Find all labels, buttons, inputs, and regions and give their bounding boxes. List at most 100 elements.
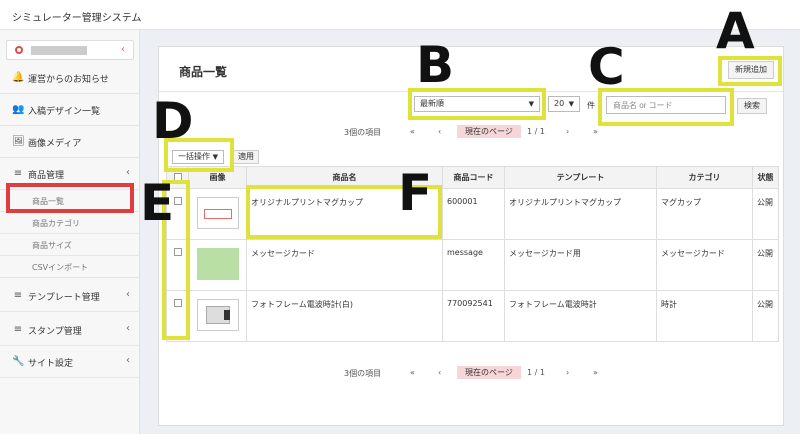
product-table: 画像 商品名 商品コード テンプレート カテゴリ 状態 オリジナルプリントマグカ… — [166, 166, 779, 342]
row-checkbox[interactable] — [173, 299, 182, 307]
annotation-label-d: D — [152, 92, 194, 150]
new-product-button[interactable]: 新規追加 — [728, 61, 774, 79]
product-name-link[interactable]: フォトフレーム電波時計(白) — [246, 290, 443, 342]
sidebar-subitem-product-category[interactable]: 商品カテゴリ — [0, 212, 140, 234]
chevron-left-icon: ‹ — [121, 44, 125, 55]
sidebar-item-label: サイト設定 — [28, 359, 74, 369]
last-page-link[interactable]: » — [593, 368, 598, 377]
product-code: message — [442, 239, 505, 291]
page-indicator: 1 / 1 — [527, 127, 545, 136]
prev-page-link[interactable]: ‹ — [438, 368, 441, 377]
sidebar-item-stamps[interactable]: ≡ スタンプ管理 ‹ — [0, 314, 140, 346]
active-item-highlight — [6, 183, 134, 213]
chevron-left-icon: ‹ — [126, 355, 130, 366]
sort-select[interactable]: 最新順 ▼ — [414, 96, 540, 112]
sidebar-subitem-product-size[interactable]: 商品サイズ — [0, 234, 140, 256]
bulk-action-value: 一括操作 — [178, 152, 210, 161]
sidebar-item-label: 運営からのお知らせ — [28, 75, 109, 85]
page-indicator: 1 / 1 — [527, 368, 545, 377]
product-thumbnail — [196, 299, 239, 331]
table-row: フォトフレーム電波時計(白) 770092541 フォトフレーム電波時計 時計 … — [166, 290, 779, 342]
product-name-link[interactable]: メッセージカード — [246, 239, 443, 291]
database-icon: ≡ — [13, 168, 23, 179]
sidebar: ‹ 🔔 運営からのお知らせ 👥 入稿デザイン一覧 🖼 画像メディア ≡ 商品管理… — [0, 30, 140, 434]
per-page-value: 20 — [554, 99, 565, 108]
sidebar-item-templates[interactable]: ≡ テンプレート管理 ‹ — [0, 280, 140, 312]
sidebar-item-notices[interactable]: 🔔 運営からのお知らせ — [0, 62, 140, 94]
chevron-left-icon: ‹ — [126, 167, 130, 178]
product-category: 時計 — [656, 290, 753, 342]
select-all-checkbox[interactable] — [173, 172, 182, 181]
item-count: 3個の項目 — [344, 369, 382, 378]
annotation-label-e: E — [140, 174, 175, 232]
sidebar-item-label: スタンプ管理 — [28, 327, 82, 337]
users-icon: 👥 — [12, 104, 25, 115]
thumbnail-cell — [188, 239, 247, 291]
user-menu[interactable]: ‹ — [6, 40, 134, 60]
sidebar-subitem-label: CSVインポート — [32, 263, 89, 272]
search-button[interactable]: 検索 — [737, 98, 767, 114]
sidebar-subitem-label: 商品カテゴリ — [32, 219, 80, 228]
sidebar-item-label: テンプレート管理 — [28, 293, 100, 303]
chevron-left-icon: ‹ — [126, 323, 130, 334]
caret-down-icon: ▼ — [528, 100, 534, 108]
top-bar: シミュレーター管理システム — [0, 0, 800, 30]
divider — [159, 91, 783, 92]
status-badge: 公開 — [752, 188, 779, 240]
row-checkbox[interactable] — [173, 197, 182, 205]
product-thumbnail — [196, 248, 239, 280]
chevron-left-icon: ‹ — [126, 289, 130, 300]
search-input[interactable] — [606, 96, 726, 114]
per-page-unit: 件 — [587, 101, 595, 110]
image-icon: 🖼 — [12, 136, 25, 147]
next-page-link[interactable]: › — [566, 127, 569, 136]
last-page-link[interactable]: » — [593, 127, 598, 136]
sort-select-value: 最新順 — [420, 99, 444, 108]
prev-page-link[interactable]: ‹ — [438, 127, 441, 136]
bulk-action-select[interactable]: 一括操作 ▼ — [172, 150, 224, 164]
column-header: カテゴリ — [656, 166, 753, 189]
thumbnail-cell — [188, 188, 247, 240]
database-icon: ≡ — [13, 324, 23, 335]
column-header: 商品コード — [442, 166, 505, 189]
database-icon: ≡ — [13, 290, 23, 301]
status-badge: 公開 — [752, 290, 779, 342]
app-title: シミュレーター管理システム — [12, 13, 142, 24]
sidebar-subitem-label: 商品サイズ — [32, 241, 72, 250]
apply-button[interactable]: 適用 — [233, 150, 259, 164]
next-page-link[interactable]: › — [566, 368, 569, 377]
row-checkbox-cell — [166, 290, 189, 342]
sidebar-item-label: 画像メディア — [28, 139, 82, 149]
user-icon — [15, 46, 23, 54]
sidebar-item-site-settings[interactable]: 🔧 サイト設定 ‹ — [0, 346, 140, 378]
wrench-icon: 🔧 — [12, 356, 25, 367]
current-page-label: 現在のページ — [457, 366, 521, 379]
annotation-label-c: C — [588, 38, 625, 96]
table-row: メッセージカード message メッセージカード用 メッセージカード 公開 — [166, 239, 779, 291]
caret-down-icon: ▼ — [212, 153, 218, 161]
user-name-redacted — [31, 46, 87, 55]
product-template: オリジナルプリントマグカップ — [504, 188, 657, 240]
product-category: マグカップ — [656, 188, 753, 240]
product-template: メッセージカード用 — [504, 239, 657, 291]
product-template: フォトフレーム電波時計 — [504, 290, 657, 342]
page-title: 商品一覧 — [179, 65, 228, 79]
annotation-label-b: B — [416, 36, 455, 94]
sidebar-subitem-csv-import[interactable]: CSVインポート — [0, 256, 140, 278]
table-header-row: 画像 商品名 商品コード テンプレート カテゴリ 状態 — [166, 166, 779, 189]
row-checkbox-cell — [166, 239, 189, 291]
column-header: 状態 — [752, 166, 779, 189]
first-page-link[interactable]: « — [410, 127, 415, 136]
sidebar-item-label: 入稿デザイン一覧 — [28, 107, 101, 117]
thumbnail-cell — [188, 290, 247, 342]
first-page-link[interactable]: « — [410, 368, 415, 377]
product-code: 770092541 — [442, 290, 505, 342]
annotation-label-f: F — [398, 164, 433, 222]
status-badge: 公開 — [752, 239, 779, 291]
sidebar-item-designs[interactable]: 👥 入稿デザイン一覧 — [0, 94, 140, 126]
per-page-select[interactable]: 20 ▼ — [548, 96, 580, 112]
row-checkbox[interactable] — [173, 248, 182, 256]
product-code: 600001 — [442, 188, 505, 240]
sidebar-item-media[interactable]: 🖼 画像メディア — [0, 126, 140, 158]
item-count: 3個の項目 — [344, 128, 382, 137]
